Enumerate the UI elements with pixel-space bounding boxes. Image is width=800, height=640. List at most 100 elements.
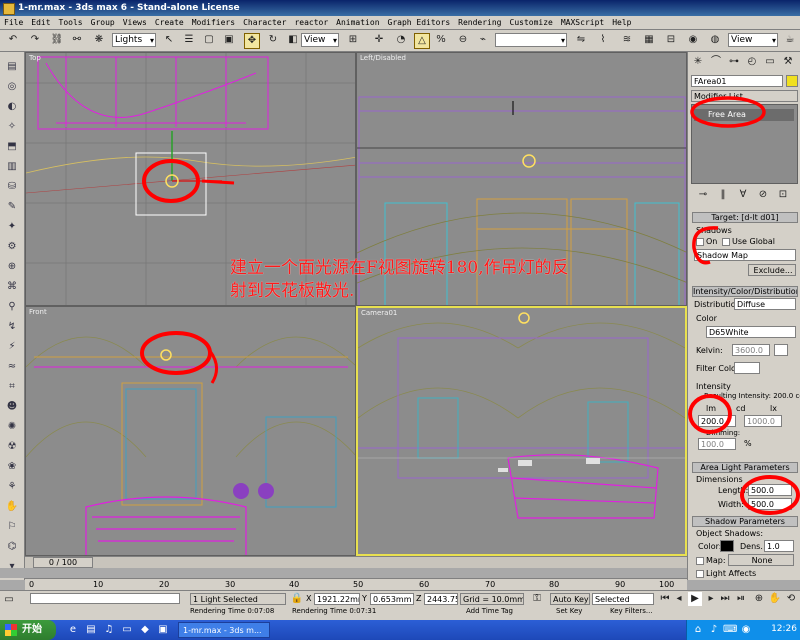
tab-bones-icon[interactable]: ⚘ [5,480,19,494]
color-preset-dropdown[interactable]: D65White [706,326,796,338]
go-to-end-icon[interactable]: ⏭ [718,592,732,606]
mirror-icon[interactable]: ⇋ [574,33,588,47]
key-mode-toggle-icon[interactable]: ⏯ [734,592,748,606]
lock-selection-icon[interactable]: 🔒 [290,592,304,606]
key-filters-button[interactable]: Key Filters... [610,607,653,615]
tab-shapes-icon[interactable]: ◎ [5,80,19,94]
tab-objects-icon[interactable]: ▤ [5,60,19,74]
tab-modifiers-icon[interactable]: ⌘ [5,280,19,294]
kelvin-spinner[interactable]: 3600.0 [732,344,770,356]
link-icon[interactable]: ⛓ [50,33,64,47]
utilities-tab-icon[interactable]: ⚒ [781,55,795,69]
tab-hair-icon[interactable]: ❀ [5,460,19,474]
modify-tab-icon[interactable]: ⌒ [709,55,723,69]
schematic-view-icon[interactable]: ⊟ [664,33,678,47]
material-editor-icon[interactable]: ◉ [686,33,700,47]
intensity-at-spinner[interactable]: 1000.0 [744,415,782,427]
unit-lx-radio[interactable]: lx [770,404,777,413]
redo-icon[interactable]: ↷ [28,33,42,47]
dimming-spinner[interactable]: 100.0 [698,438,736,450]
maxscript-listener-icon[interactable]: ▭ [2,593,16,607]
rectangle-selection-icon[interactable]: ▢ [202,33,216,47]
next-frame-icon[interactable]: ▸ [704,592,718,606]
menu-graph-editors[interactable]: Graph Editors [384,18,455,27]
menu-animation[interactable]: Animation [332,18,383,27]
tab-cloth-icon[interactable]: ⚐ [5,520,19,534]
named-selection-dropdown[interactable] [495,33,567,47]
tab-character-icon[interactable]: ☻ [5,400,19,414]
menu-tools[interactable]: Tools [55,18,87,27]
shadow-density-spinner[interactable]: 1.0 [764,540,794,552]
quicklaunch-folder-icon[interactable]: ▤ [84,623,98,637]
quicklaunch-desktop-icon[interactable]: ▭ [120,623,134,637]
menu-group[interactable]: Group [87,18,119,27]
track-bar[interactable]: 0 10 20 30 40 50 60 70 80 90 100 [25,578,687,590]
distribution-dropdown[interactable]: Diffuse [734,298,796,310]
orbit-icon[interactable]: ⟲ [784,592,798,606]
reference-coordinate-dropdown[interactable]: View [301,33,339,47]
hierarchy-tab-icon[interactable]: ⊶ [727,55,741,69]
tab-mental-ray-icon[interactable]: ✎ [5,200,19,214]
key-mode-dropdown[interactable]: Selected [592,593,654,605]
layer-manager-icon[interactable]: ≋ [620,33,634,47]
viewport-camera[interactable]: Camera01 [356,306,687,556]
pin-stack-icon[interactable]: ⊸ [696,188,710,202]
render-scene-icon[interactable]: ◍ [708,33,722,47]
shadow-color-swatch[interactable] [720,540,734,552]
tab-uvw-icon[interactable]: ⌗ [5,380,19,394]
camera-viewport-label[interactable]: Camera01 [361,309,397,317]
select-by-name-icon[interactable]: ☰ [182,33,196,47]
auto-key-button[interactable]: Auto Key [550,593,590,605]
x-coordinate-field[interactable]: 1921.22mm [314,593,360,605]
select-and-manipulate-icon[interactable]: ✛ [372,33,386,47]
bind-space-warp-icon[interactable]: ❋ [92,33,106,47]
play-icon[interactable]: ▶ [688,592,702,606]
object-color-swatch[interactable] [786,75,798,87]
kelvin-color-swatch[interactable] [774,344,788,356]
quicklaunch-ie-icon[interactable]: e [66,623,80,637]
tab-skin-icon[interactable]: ✋ [5,500,19,514]
z-coordinate-field[interactable]: 2443.759mm [424,593,458,605]
tab-dynamics-icon[interactable]: ⛁ [5,180,19,194]
quicklaunch-app-icon[interactable]: ◆ [138,623,152,637]
pivot-center-icon[interactable]: ⊞ [346,33,360,47]
motion-tab-icon[interactable]: ◴ [745,55,759,69]
display-tab-icon[interactable]: ▭ [763,55,777,69]
menu-edit[interactable]: Edit [27,18,54,27]
tab-particles-icon[interactable]: ✧ [5,120,19,134]
menu-maxscript[interactable]: MAXScript [557,18,608,27]
shadow-map-checkbox[interactable] [696,557,704,565]
time-slider[interactable]: 0 / 100 [25,556,687,568]
tab-deform-icon[interactable]: ⚡ [5,340,19,354]
make-unique-icon[interactable]: ∀ [736,188,750,202]
window-crossing-icon[interactable]: ▣ [222,33,236,47]
set-key-button[interactable]: Set Key [556,607,582,615]
select-and-move-icon[interactable]: ✥ [244,33,260,49]
tray-network-icon[interactable]: ⌂ [691,623,705,637]
shadow-map-button[interactable]: None [728,554,794,566]
menu-help[interactable]: Help [608,18,635,27]
tray-ime-icon[interactable]: ⌨ [723,623,737,637]
snap-toggle-icon[interactable]: ◔ [394,33,408,47]
maxscript-mini-listener[interactable] [30,593,180,604]
tab-modeling-icon[interactable]: ⚲ [5,300,19,314]
tab-spacewarps-icon[interactable]: ⊕ [5,260,19,274]
tab-lights-icon[interactable]: ✦ [5,220,19,234]
tab-reactor-icon[interactable]: ☢ [5,440,19,454]
tab-extra-icon[interactable]: ⌬ [5,540,19,554]
left-viewport-label[interactable]: Left/Disabled [360,54,406,62]
select-and-scale-icon[interactable]: ◧ [286,33,300,47]
menu-reactor[interactable]: reactor [290,18,332,27]
angle-snap-icon[interactable]: △ [414,33,430,49]
select-and-rotate-icon[interactable]: ↻ [266,33,280,47]
quick-render-icon[interactable]: ☕ [783,33,797,47]
show-end-result-icon[interactable]: ‖ [716,188,730,202]
tab-helpers-icon[interactable]: ⚙ [5,240,19,254]
tab-patch-icon[interactable]: ⬒ [5,140,19,154]
undo-icon[interactable]: ↶ [6,33,20,47]
menu-rendering[interactable]: Rendering [454,18,505,27]
key-icon[interactable]: ⚿ [530,592,544,606]
intensity-color-distribution-rollout[interactable]: Intensity/Color/Distribution [692,286,798,297]
tab-render-icon[interactable]: ✺ [5,420,19,434]
tray-security-icon[interactable]: ◉ [739,623,753,637]
